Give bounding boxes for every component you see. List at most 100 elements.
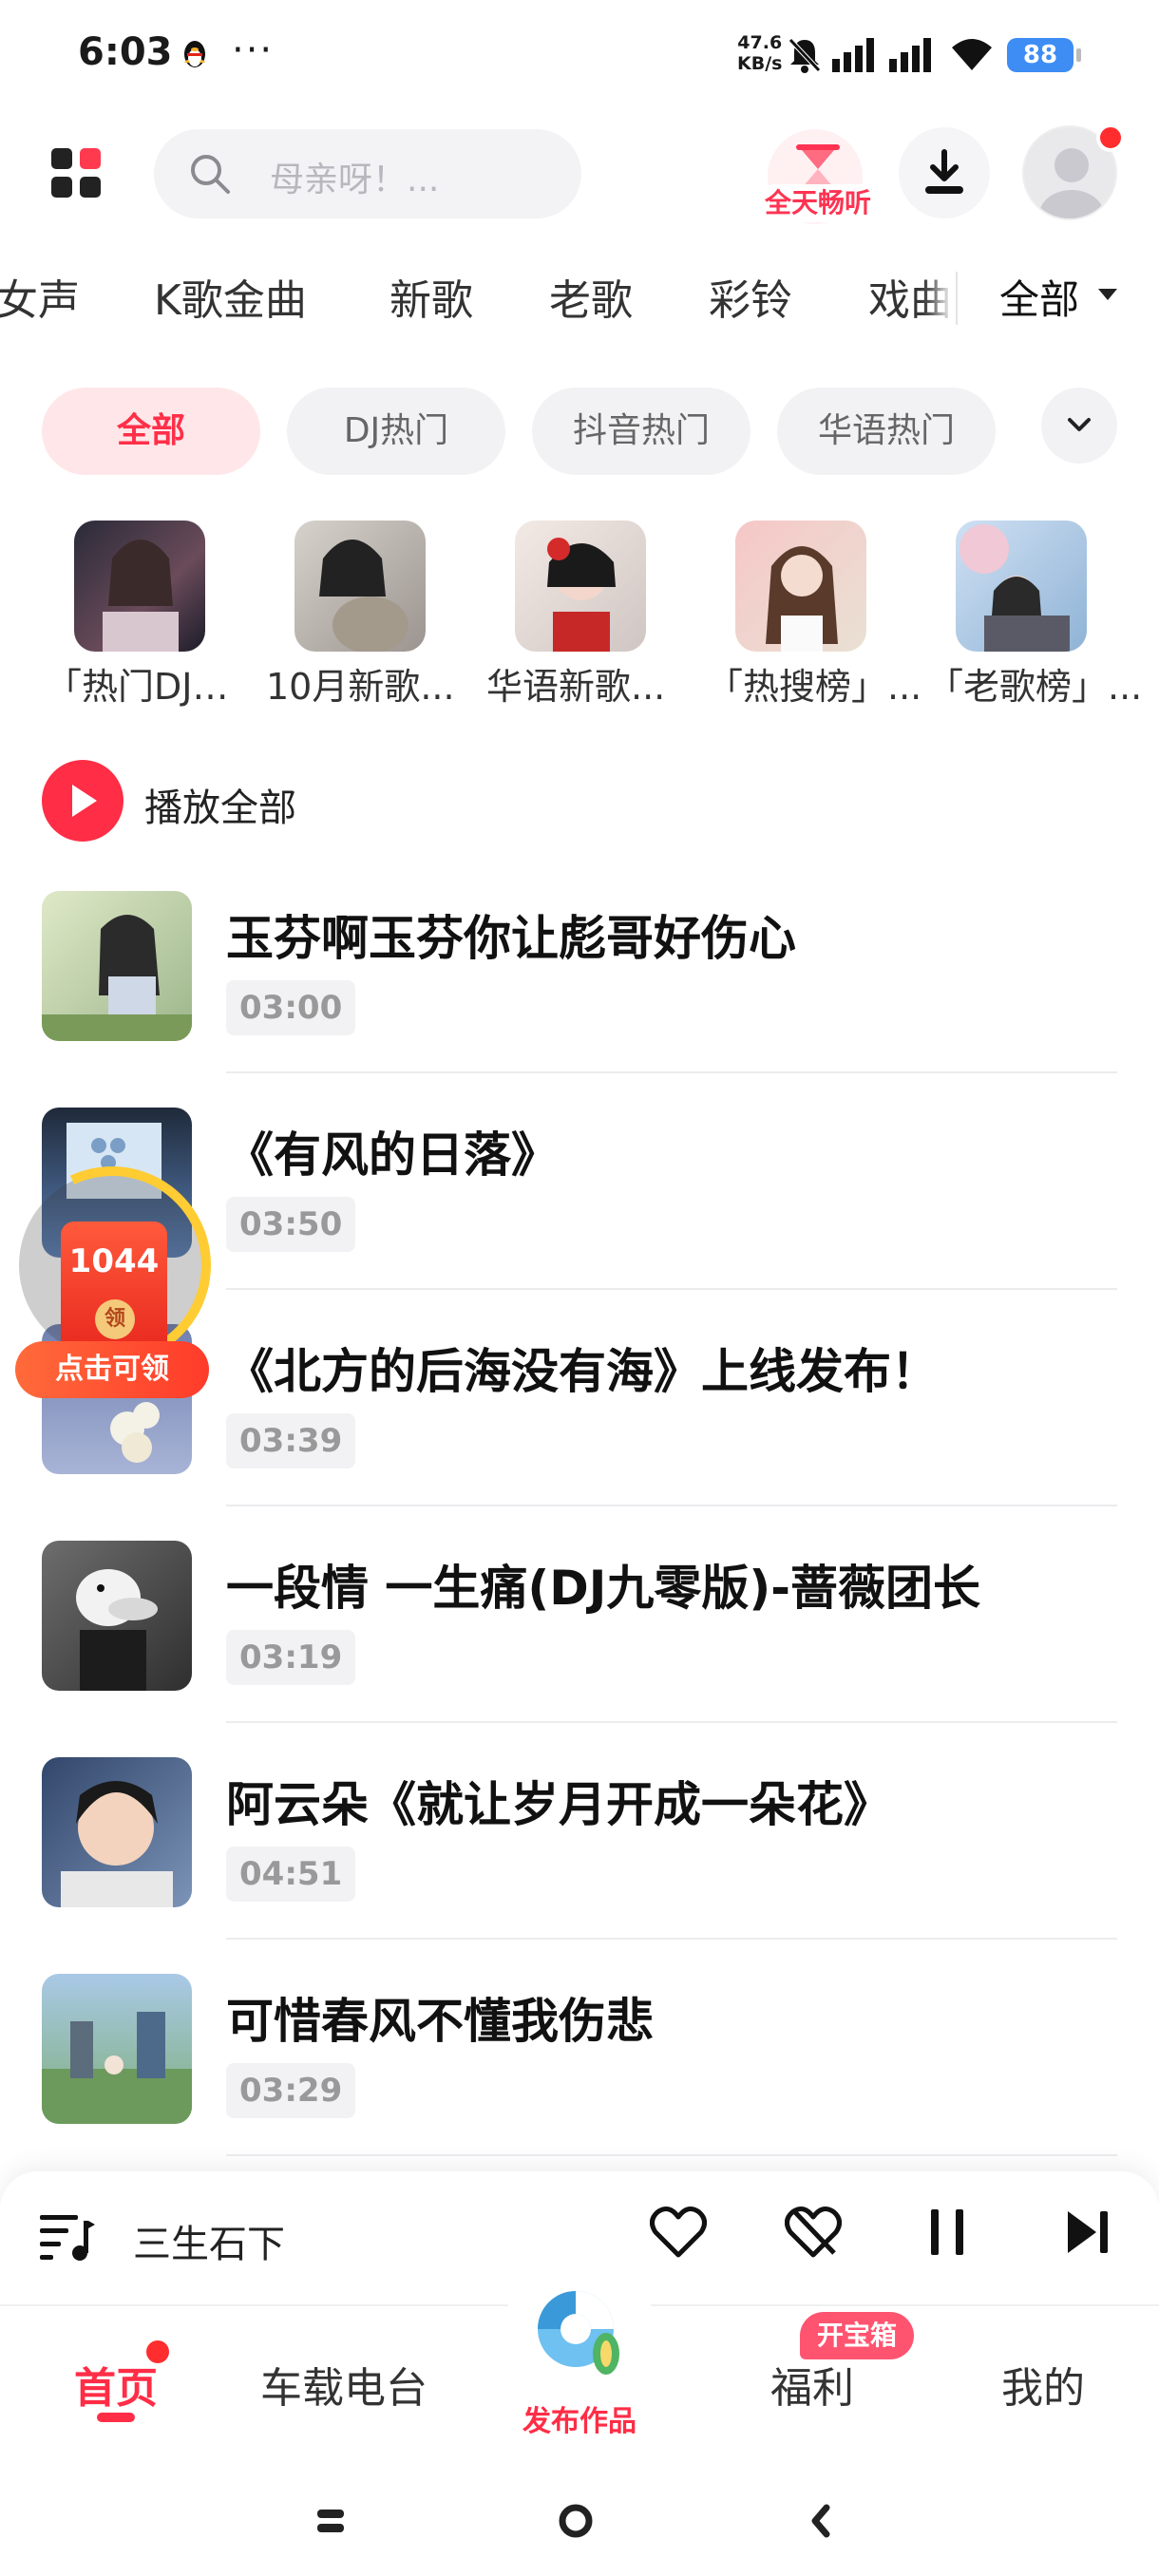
song-duration: 03:50 <box>226 1197 356 1252</box>
status-bar: 6:03 ··· 47.6 KB/s 88 <box>0 0 1159 114</box>
song-cover-image <box>42 1757 192 1907</box>
recent-apps-icon[interactable] <box>314 2504 348 2538</box>
filter-chip-dj[interactable]: DJ热门 <box>287 388 505 475</box>
signal-icon-sim2 <box>889 38 931 72</box>
network-speed-unit: KB/s <box>737 53 783 74</box>
song-title: 阿云朵《就让岁月开成一朵花》 <box>226 1777 891 1832</box>
status-more-dots: ··· <box>232 28 275 72</box>
divider <box>226 1938 1117 1940</box>
song-row[interactable]: 可惜春风不懂我伤悲 03:29 <box>0 1974 1159 2190</box>
nav-home-notification-dot <box>146 2340 169 2363</box>
home-circle-icon[interactable] <box>557 2502 595 2540</box>
song-row[interactable]: 一段情 一生痛(DJ九零版)-蔷薇团长 03:19 <box>0 1541 1159 1757</box>
wifi-icon <box>952 39 992 70</box>
playlist-cover-image <box>735 521 866 652</box>
battery-indicator: 88 <box>1007 38 1081 72</box>
treasure-box-badge: 开宝箱 <box>800 2312 914 2359</box>
category-tab[interactable]: K歌金曲 <box>154 266 307 327</box>
filter-chip-chinese[interactable]: 华语热门 <box>777 388 996 475</box>
filter-expand-button[interactable] <box>1041 388 1117 464</box>
vip-all-day-button[interactable]: 全天畅听 <box>756 125 880 230</box>
category-tab[interactable]: 戏曲 <box>868 266 952 327</box>
song-cover-image <box>42 1541 192 1691</box>
now-playing-title: 三生石下 <box>133 2223 285 2266</box>
playlist-card[interactable]: 「热门DJ」... <box>46 519 262 709</box>
back-icon[interactable] <box>806 2502 834 2540</box>
vip-label: 全天畅听 <box>756 184 880 222</box>
chevron-down-icon <box>1068 418 1091 431</box>
nav-car-radio[interactable]: 车载电台 <box>249 2354 439 2415</box>
playlist-name: 「热搜榜」... <box>707 666 922 708</box>
apps-grid-icon[interactable] <box>49 146 103 199</box>
divider <box>226 1071 1117 1073</box>
red-envelope-icon: 1044 领 <box>61 1222 167 1354</box>
search-bar[interactable]: 母亲呀！... <box>154 129 581 218</box>
song-title: 《有风的日落》 <box>226 1127 559 1183</box>
playlist-cover-image <box>294 521 426 652</box>
playlist-name: 「热门DJ」... <box>46 666 262 708</box>
song-duration: 03:29 <box>226 2063 356 2118</box>
song-title: 一段情 一生痛(DJ九零版)-蔷薇团长 <box>226 1561 980 1616</box>
network-speed-value: 47.6 <box>737 32 783 53</box>
nav-welfare[interactable]: 福利 <box>760 2354 864 2415</box>
category-divider <box>956 272 958 325</box>
song-duration: 03:39 <box>226 1413 356 1468</box>
song-duration: 04:51 <box>226 1847 356 1902</box>
qq-penguin-icon <box>184 41 205 67</box>
song-title: 可惜春风不懂我伤悲 <box>226 1994 654 2049</box>
signal-icon-sim1 <box>832 38 874 72</box>
filter-chip-douyin[interactable]: 抖音热门 <box>532 388 750 475</box>
network-speed: 47.6 KB/s <box>737 32 782 74</box>
divider <box>226 1721 1117 1723</box>
nav-mine[interactable]: 我的 <box>996 2354 1091 2415</box>
category-tabs: 女声 K歌金曲 新歌 老歌 彩铃 戏曲 全部 <box>0 266 1159 332</box>
hourglass-icon <box>796 144 840 188</box>
publish-swim-ring-icon[interactable] <box>528 2280 629 2380</box>
download-icon <box>925 149 963 194</box>
song-title: 玉芬啊玉芬你让彪哥好伤心 <box>226 911 796 966</box>
notification-dot <box>1096 123 1125 152</box>
playlist-card[interactable]: 华语新歌... <box>486 519 695 709</box>
playlist-cover-image <box>74 521 205 652</box>
play-all-button[interactable] <box>42 760 124 842</box>
bell-muted-icon <box>788 38 821 73</box>
category-tab[interactable]: 新歌 <box>390 266 473 327</box>
playlist-card[interactable]: 「老歌榜」... <box>927 519 1142 709</box>
divider <box>226 1505 1117 1506</box>
search-placeholder: 母亲呀！... <box>270 161 440 199</box>
playlist-name: 「老歌榜」... <box>927 666 1143 708</box>
playlist-queue-icon[interactable] <box>38 2211 95 2263</box>
status-time: 6:03 <box>78 30 173 74</box>
divider <box>226 2154 1117 2156</box>
play-icon <box>72 785 97 817</box>
pause-icon[interactable] <box>927 2206 969 2259</box>
claim-reward-button[interactable]: 点击可领 <box>15 1341 209 1398</box>
playlist-name: 10月新歌... <box>266 666 455 708</box>
floating-reward-widget[interactable]: 1044 领 点击可领 <box>15 1172 209 1400</box>
reward-seal: 领 <box>95 1299 135 1339</box>
song-row[interactable]: 玉芬啊玉芬你让彪哥好伤心 03:00 <box>0 891 1159 1108</box>
play-all-label[interactable]: 播放全部 <box>144 777 296 832</box>
playlist-card[interactable]: 10月新歌... <box>266 519 475 709</box>
playlist-cover-image <box>515 521 646 652</box>
nav-home[interactable]: 首页 <box>68 2354 163 2415</box>
category-all-dropdown[interactable]: 全部 <box>956 266 1159 332</box>
heart-icon[interactable] <box>650 2206 707 2259</box>
playlist-card[interactable]: 「热搜榜」... <box>707 519 922 709</box>
divider <box>226 1288 1117 1290</box>
song-cover-image <box>42 891 192 1041</box>
song-cover-image <box>42 1974 192 2124</box>
reward-amount: 1044 <box>68 1242 160 1280</box>
category-tab[interactable]: 老歌 <box>549 266 633 327</box>
next-track-icon[interactable] <box>1064 2206 1112 2259</box>
song-row[interactable]: 阿云朵《就让岁月开成一朵花》 04:51 <box>0 1757 1159 1974</box>
playlist-cover-image <box>956 521 1087 652</box>
download-button[interactable] <box>899 127 990 218</box>
caret-down-icon <box>1098 289 1117 300</box>
dislike-heart-icon[interactable] <box>785 2206 842 2259</box>
category-tab[interactable]: 彩铃 <box>709 266 792 327</box>
song-duration: 03:19 <box>226 1630 356 1685</box>
publish-label[interactable]: 发布作品 <box>494 2397 665 2439</box>
filter-chip-all[interactable]: 全部 <box>42 388 260 475</box>
category-tab[interactable]: 女声 <box>0 266 80 327</box>
